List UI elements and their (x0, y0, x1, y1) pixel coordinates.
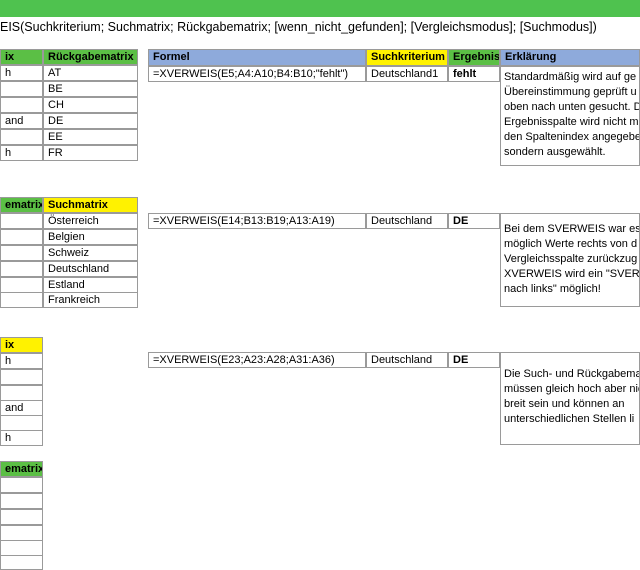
explanation-line: Übereinstimmung geprüft u (504, 86, 637, 98)
t4-cell[interactable] (0, 493, 43, 509)
t1-cell[interactable] (0, 81, 43, 97)
search-criterion-cell[interactable]: Deutschland (366, 213, 448, 229)
header-erklaerung[interactable]: Erklärung (500, 49, 640, 66)
formula-cell[interactable]: =XVERWEIS(E5;A4:A10;B4:B10;"fehlt") (148, 66, 366, 82)
t1-header-right[interactable]: Rückgabematrix (43, 49, 138, 65)
explanation-line: Ergebnisspalte wird nicht m (504, 116, 639, 128)
header-ergebnis[interactable]: Ergebnis (448, 49, 500, 66)
t2-cell[interactable]: Österreich (43, 213, 138, 229)
t4-header-left[interactable]: ematrix (0, 461, 43, 477)
t3-cell[interactable] (0, 369, 43, 385)
t1-cell[interactable]: and (0, 113, 43, 129)
t2-cell[interactable] (0, 245, 43, 261)
t2-cell[interactable] (0, 261, 43, 277)
syntax-text: EIS(Suchkriterium; Suchmatrix; Rückgabem… (0, 20, 597, 34)
t1-cell[interactable]: h (0, 145, 43, 161)
t3-cell[interactable]: h (0, 430, 43, 446)
search-criterion-cell[interactable]: Deutschland1 (366, 66, 448, 82)
t1-cell[interactable] (0, 129, 43, 145)
explanation-line: Vergleichsspalte zurückzug (504, 253, 638, 265)
header-formel[interactable]: Formel (148, 49, 366, 66)
search-criterion-cell[interactable]: Deutschland (366, 352, 448, 368)
explanation-cell[interactable]: Die Such- und Rückgabema müssen gleich h… (500, 352, 640, 445)
result-cell[interactable]: fehlt (448, 66, 500, 82)
title-bar (0, 0, 640, 17)
explanation-line: breit sein und können an (504, 398, 625, 410)
t3-cell[interactable] (0, 415, 43, 431)
t4-cell[interactable] (0, 477, 43, 493)
t3-header-left[interactable]: ix (0, 337, 43, 353)
t1-cell[interactable] (0, 97, 43, 113)
t4-cell[interactable] (0, 540, 43, 556)
result-cell[interactable]: DE (448, 352, 500, 368)
explanation-line: XVERWEIS wird ein "SVER (504, 268, 640, 280)
t2-cell[interactable]: Estland (43, 277, 138, 293)
t2-cell[interactable]: Schweiz (43, 245, 138, 261)
t2-cell[interactable]: Belgien (43, 229, 138, 245)
t2-cell[interactable] (0, 229, 43, 245)
explanation-cell[interactable]: Standardmäßig wird auf ge Übereinstimmun… (500, 66, 640, 166)
explanation-line: nach links" möglich! (504, 283, 601, 295)
t3-cell[interactable] (0, 385, 43, 401)
t2-cell[interactable]: Frankreich (43, 292, 138, 308)
explanation-line: sondern ausgewählt. (504, 146, 606, 158)
t3-cell[interactable]: and (0, 400, 43, 416)
t1-header-left[interactable]: ix (0, 49, 43, 65)
formula-cell[interactable]: =XVERWEIS(E23;A23:A28;A31:A36) (148, 352, 366, 368)
explanation-line: Bei dem SVERWEIS war es n (504, 223, 640, 235)
explanation-cell[interactable]: Bei dem SVERWEIS war es n möglich Werte … (500, 213, 640, 307)
explanation-line: den Spaltenindex angegebe (504, 131, 640, 143)
t2-header-left[interactable]: ematrix (0, 197, 43, 213)
formula-cell[interactable]: =XVERWEIS(E14;B13:B19;A13:A19) (148, 213, 366, 229)
t1-cell[interactable]: EE (43, 129, 138, 145)
t1-cell[interactable]: CH (43, 97, 138, 113)
t4-cell[interactable] (0, 525, 43, 541)
explanation-line: müssen gleich hoch aber nic (504, 383, 640, 395)
t2-cell[interactable] (0, 213, 43, 229)
result-cell[interactable]: DE (448, 213, 500, 229)
explanation-line: oben nach unten gesucht. D (504, 101, 640, 113)
explanation-line: möglich Werte rechts von d (504, 238, 638, 250)
t1-cell[interactable]: BE (43, 81, 138, 97)
header-suchkriterium[interactable]: Suchkriterium (366, 49, 448, 66)
t3-cell[interactable]: h (0, 353, 43, 369)
t4-cell[interactable] (0, 509, 43, 525)
t2-header-right[interactable]: Suchmatrix (43, 197, 138, 213)
t1-cell[interactable]: DE (43, 113, 138, 129)
t2-cell[interactable]: Deutschland (43, 261, 138, 277)
t1-cell[interactable]: AT (43, 65, 138, 81)
t2-cell[interactable] (0, 292, 43, 308)
t1-cell[interactable]: FR (43, 145, 138, 161)
explanation-line: Die Such- und Rückgabema (504, 368, 640, 380)
t1-cell[interactable]: h (0, 65, 43, 81)
t4-cell[interactable] (0, 555, 43, 570)
explanation-line: Standardmäßig wird auf ge (504, 71, 637, 83)
t2-cell[interactable] (0, 277, 43, 293)
explanation-line: unterschiedlichen Stellen li (504, 413, 635, 425)
